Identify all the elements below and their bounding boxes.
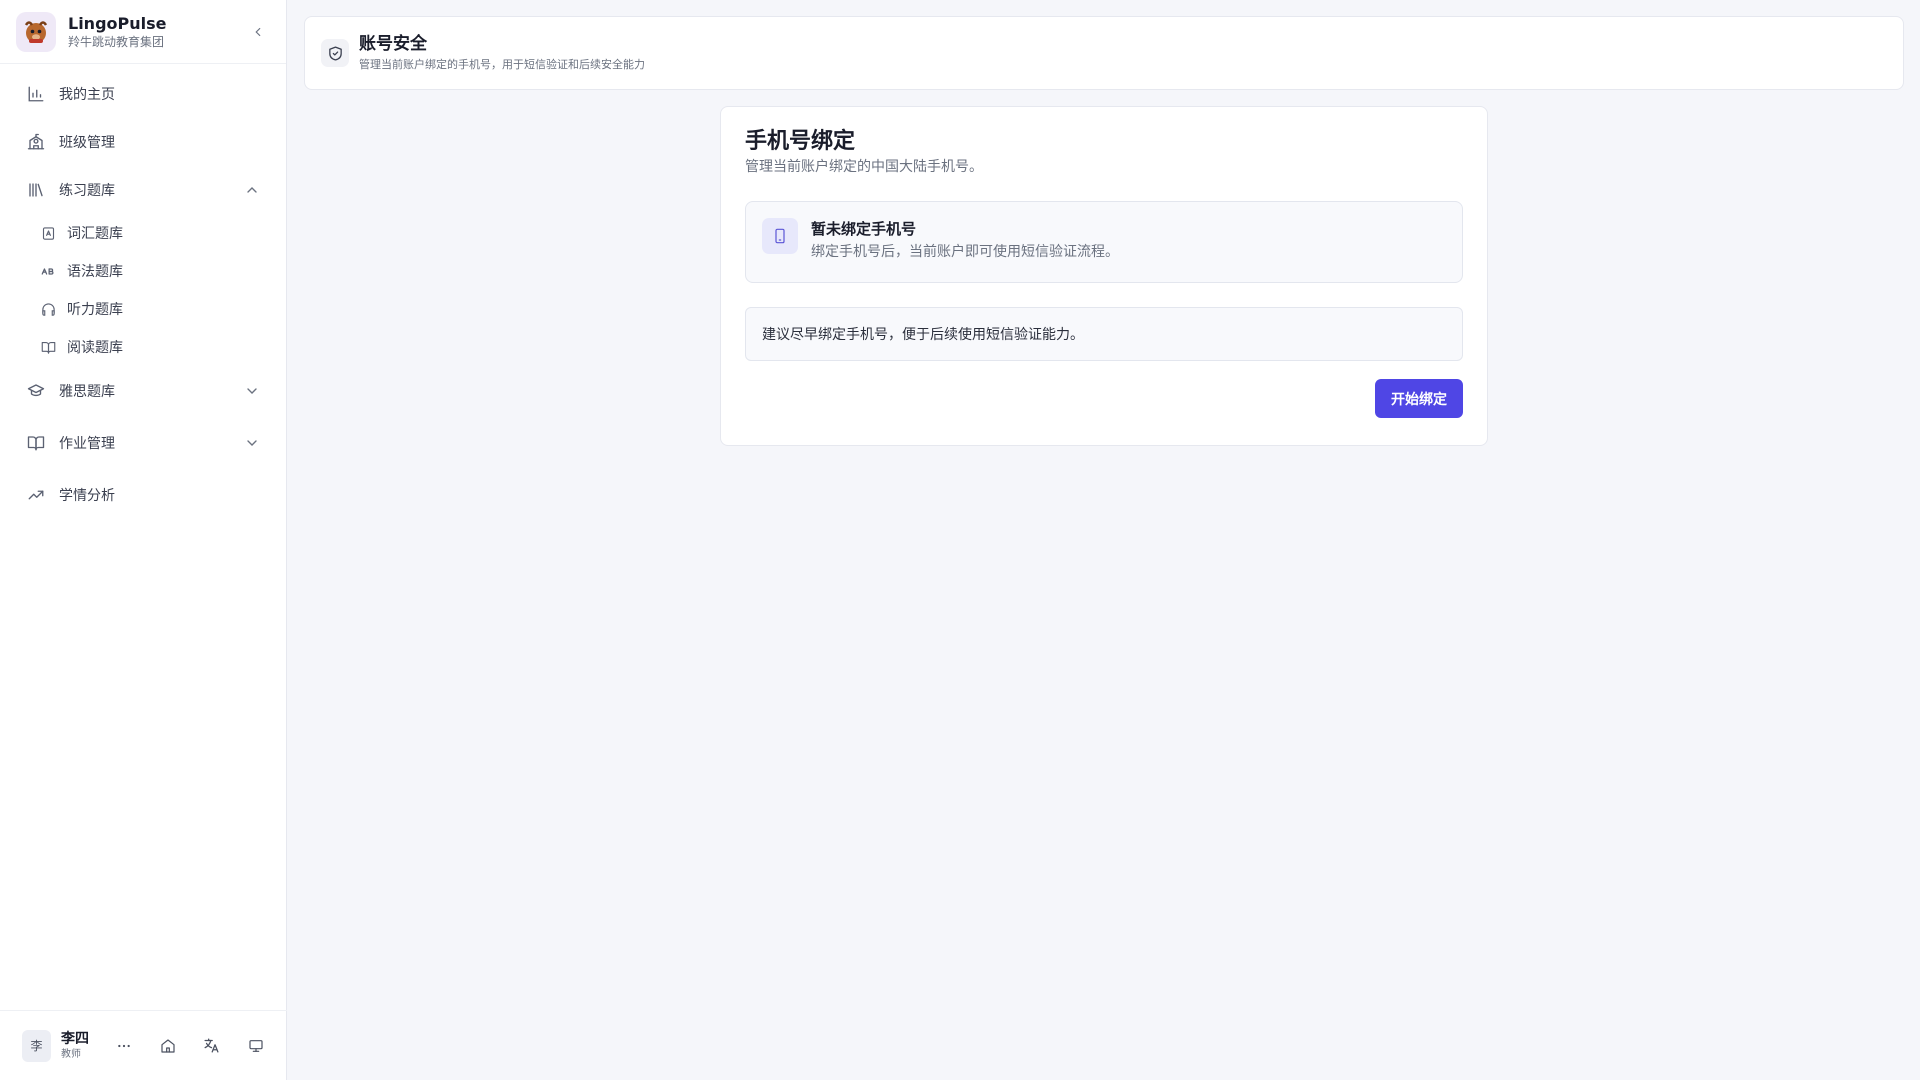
chevron-left-icon: [255, 27, 261, 36]
sidebar-item-label: 班级管理: [59, 135, 115, 151]
sidebar: LingoPulse 羚牛跳动教育集团 我的主页 班级管理 练习题库 词汇题库 …: [0, 0, 287, 1080]
home-button[interactable]: [159, 1036, 177, 1056]
sidebar-item-homework-management[interactable]: 作业管理: [0, 416, 286, 470]
translate-icon: [204, 1038, 219, 1053]
more-button[interactable]: [115, 1036, 133, 1056]
school-icon: [27, 133, 45, 151]
book-icon: [27, 434, 45, 452]
page-header: 账号安全 管理当前账户绑定的手机号，用于短信验证和后续安全能力: [304, 16, 1904, 90]
sidebar-item-learning-analytics[interactable]: 学情分析: [0, 470, 286, 520]
headphones-icon: [41, 302, 56, 317]
start-binding-button[interactable]: 开始绑定: [1375, 379, 1463, 418]
language-button[interactable]: [203, 1036, 221, 1056]
sidebar-subitem-listening[interactable]: 听力题库: [0, 290, 286, 328]
card-actions: 开始绑定: [745, 379, 1463, 418]
smartphone-icon: [762, 218, 798, 254]
display-button[interactable]: [247, 1036, 265, 1056]
sidebar-item-label: 雅思题库: [59, 384, 115, 400]
binding-status-box: 暂未绑定手机号 绑定手机号后，当前账户即可使用短信验证流程。: [745, 201, 1463, 283]
app-logo: [16, 11, 56, 52]
collapse-sidebar-button[interactable]: [246, 20, 270, 44]
graduation-cap-icon: [27, 382, 45, 400]
more-icon: [117, 1044, 130, 1047]
sidebar-nav: 我的主页 班级管理 练习题库 词汇题库 语法题库 听力题库 阅读题库 雅思题库 …: [0, 64, 286, 520]
page-subtitle: 管理当前账户绑定的手机号，用于短信验证和后续安全能力: [359, 58, 645, 71]
brand-header: LingoPulse 羚牛跳动教育集团: [0, 0, 286, 64]
trending-up-icon: [27, 486, 45, 504]
user-role: 教师: [60, 1048, 81, 1060]
vocabulary-icon: [41, 226, 56, 241]
chevron-down-icon: [244, 383, 260, 399]
organization-name: 羚牛跳动教育集团: [68, 34, 165, 49]
book-open-icon: [41, 340, 56, 355]
sidebar-item-ielts-bank[interactable]: 雅思题库: [0, 366, 286, 416]
sidebar-subitem-label: 词汇题库: [67, 226, 123, 242]
phone-binding-card: 手机号绑定 管理当前账户绑定的中国大陆手机号。 暂未绑定手机号 绑定手机号后，当…: [720, 106, 1488, 446]
sidebar-item-label: 我的主页: [59, 87, 115, 103]
sidebar-item-label: 练习题库: [59, 183, 115, 199]
grammar-ab-icon: [41, 264, 56, 279]
bar-chart-icon: [27, 85, 45, 103]
binding-status-title: 暂未绑定手机号: [811, 220, 917, 238]
library-icon: [27, 181, 45, 199]
binding-status-description: 绑定手机号后，当前账户即可使用短信验证流程。: [811, 244, 1119, 260]
card-title: 手机号绑定: [745, 129, 856, 154]
sidebar-item-home[interactable]: 我的主页: [0, 70, 286, 118]
sidebar-subitem-label: 阅读题库: [67, 340, 123, 356]
sidebar-subitem-reading[interactable]: 阅读题库: [0, 328, 286, 366]
sidebar-item-label: 学情分析: [59, 488, 115, 504]
sidebar-subitem-label: 语法题库: [67, 264, 123, 280]
sidebar-subitem-grammar[interactable]: 语法题库: [0, 252, 286, 290]
binding-tip: 建议尽早绑定手机号，便于后续使用短信验证能力。: [745, 307, 1463, 361]
sidebar-item-class-management[interactable]: 班级管理: [0, 118, 286, 166]
user-name: 李四: [60, 1030, 89, 1047]
chevron-up-icon: [244, 182, 260, 198]
home-icon: [161, 1038, 175, 1053]
app-name: LingoPulse: [68, 13, 167, 33]
monitor-icon: [249, 1039, 263, 1052]
avatar[interactable]: 李: [22, 1029, 51, 1062]
sidebar-item-label: 作业管理: [59, 436, 115, 452]
card-subtitle: 管理当前账户绑定的中国大陆手机号。: [745, 159, 983, 175]
sidebar-subitem-vocabulary[interactable]: 词汇题库: [0, 214, 286, 252]
chevron-down-icon: [244, 435, 260, 451]
page-title: 账号安全: [359, 34, 427, 54]
user-bar: 李 李四 教师: [0, 1010, 287, 1080]
sidebar-subitem-label: 听力题库: [67, 302, 123, 318]
sidebar-item-practice-bank[interactable]: 练习题库: [0, 166, 286, 214]
shield-check-icon: [321, 39, 349, 67]
